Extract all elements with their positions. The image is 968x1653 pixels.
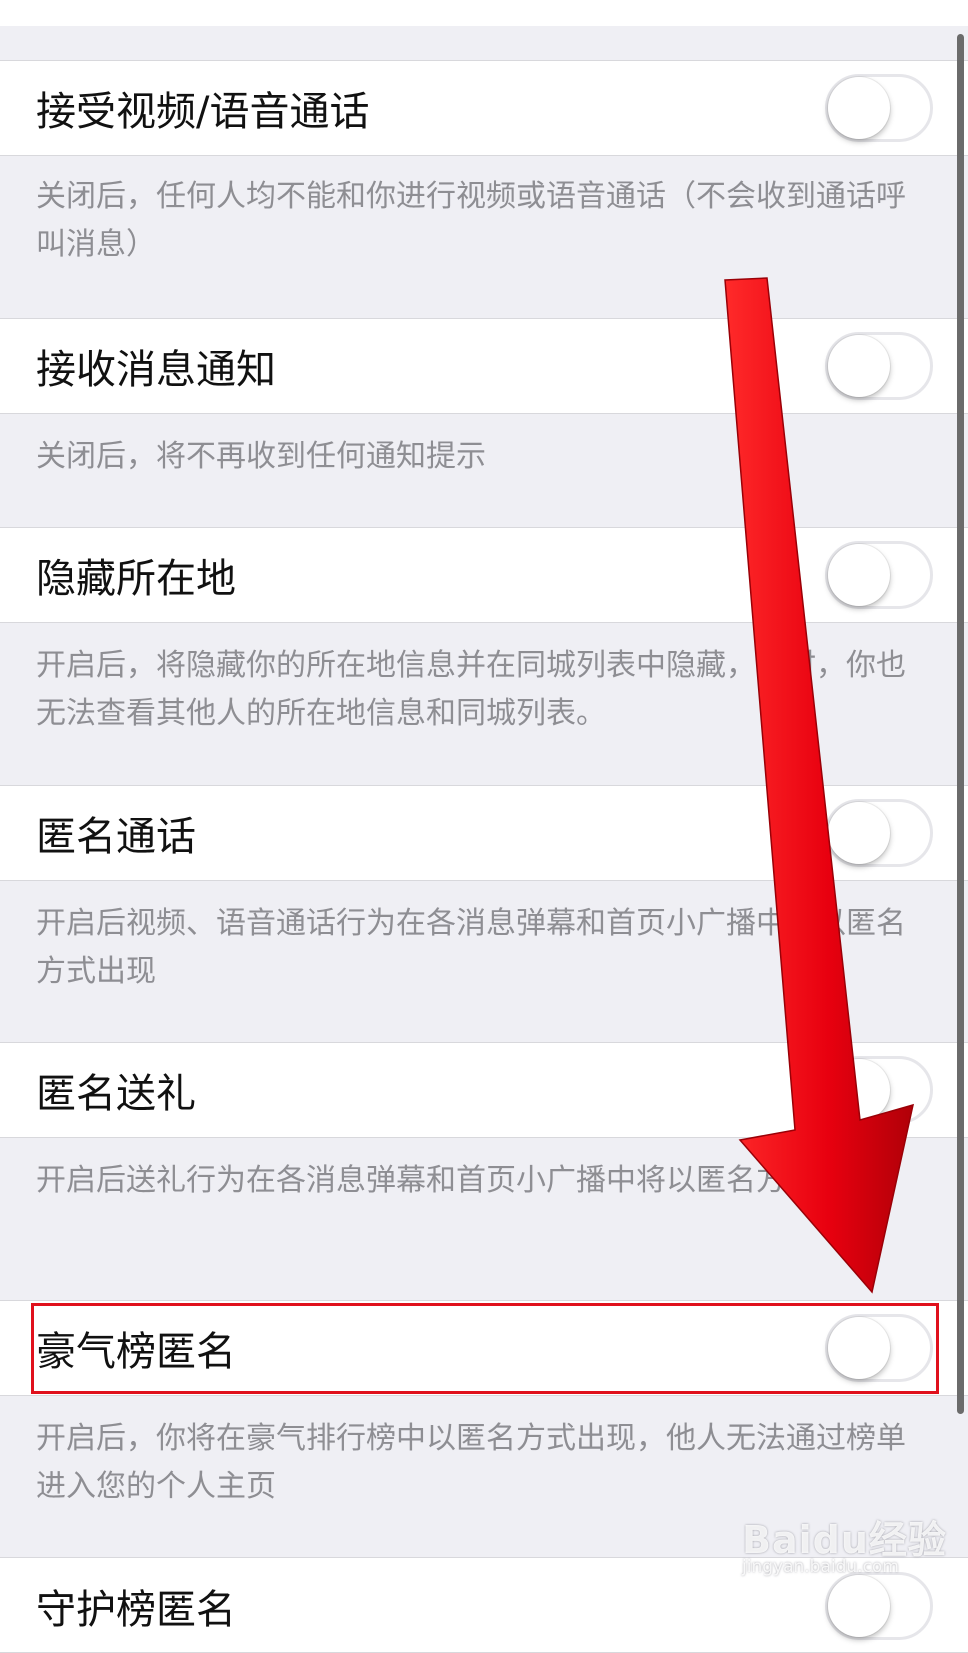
- top-bar-area: [0, 0, 968, 26]
- video-voice-call-toggle[interactable]: [825, 74, 933, 142]
- toggle-knob: [828, 1059, 890, 1121]
- setting-row-anonymous-gift[interactable]: 匿名送礼: [0, 1042, 968, 1138]
- wealth-rank-anonymous-toggle[interactable]: [825, 1314, 933, 1382]
- toggle-knob: [828, 1317, 890, 1379]
- hide-location-toggle[interactable]: [825, 541, 933, 609]
- watermark-logo-text: Baidu经验: [742, 1518, 947, 1562]
- setting-label: 守护榜匿名: [36, 1587, 236, 1633]
- setting-description: 开启后，将隐藏你的所在地信息并在同城列表中隐藏，同时，你也无法查看其他人的所在地…: [36, 648, 906, 731]
- toggle-knob: [828, 335, 890, 397]
- setting-row-anonymous-call[interactable]: 匿名通话: [0, 785, 968, 881]
- setting-row-video-voice-call[interactable]: 接受视频/语音通话: [0, 60, 968, 156]
- setting-label: 接受视频/语音通话: [36, 89, 370, 135]
- setting-row-message-notification[interactable]: 接收消息通知: [0, 318, 968, 414]
- message-notification-toggle[interactable]: [825, 332, 933, 400]
- toggle-knob: [828, 1575, 890, 1637]
- setting-label: 匿名通话: [36, 814, 196, 860]
- guardian-rank-anonymous-toggle[interactable]: [825, 1572, 933, 1640]
- scrollbar[interactable]: [957, 34, 964, 1414]
- setting-label: 匿名送礼: [36, 1071, 196, 1117]
- anonymous-gift-toggle[interactable]: [825, 1056, 933, 1124]
- anonymous-call-toggle[interactable]: [825, 799, 933, 867]
- setting-description: 关闭后，将不再收到任何通知提示: [36, 439, 486, 474]
- setting-description: 开启后视频、语音通话行为在各消息弹幕和首页小广播中将以匿名方式出现: [36, 906, 906, 989]
- setting-label: 豪气榜匿名: [36, 1329, 236, 1375]
- setting-description: 开启后，你将在豪气排行榜中以匿名方式出现，他人无法通过榜单进入您的个人主页: [36, 1421, 906, 1504]
- setting-row-guardian-rank-anonymous[interactable]: 守护榜匿名: [0, 1557, 968, 1653]
- toggle-knob: [828, 802, 890, 864]
- toggle-knob: [828, 544, 890, 606]
- setting-description: 关闭后，任何人均不能和你进行视频或语音通话（不会收到通话呼叫消息）: [36, 179, 906, 262]
- setting-label: 隐藏所在地: [36, 556, 236, 602]
- setting-row-wealth-rank-anonymous[interactable]: 豪气榜匿名: [0, 1300, 968, 1396]
- toggle-knob: [828, 77, 890, 139]
- setting-label: 接收消息通知: [36, 347, 276, 393]
- setting-description: 开启后送礼行为在各消息弹幕和首页小广播中将以匿名方式出现: [36, 1163, 876, 1198]
- setting-row-hide-location[interactable]: 隐藏所在地: [0, 527, 968, 623]
